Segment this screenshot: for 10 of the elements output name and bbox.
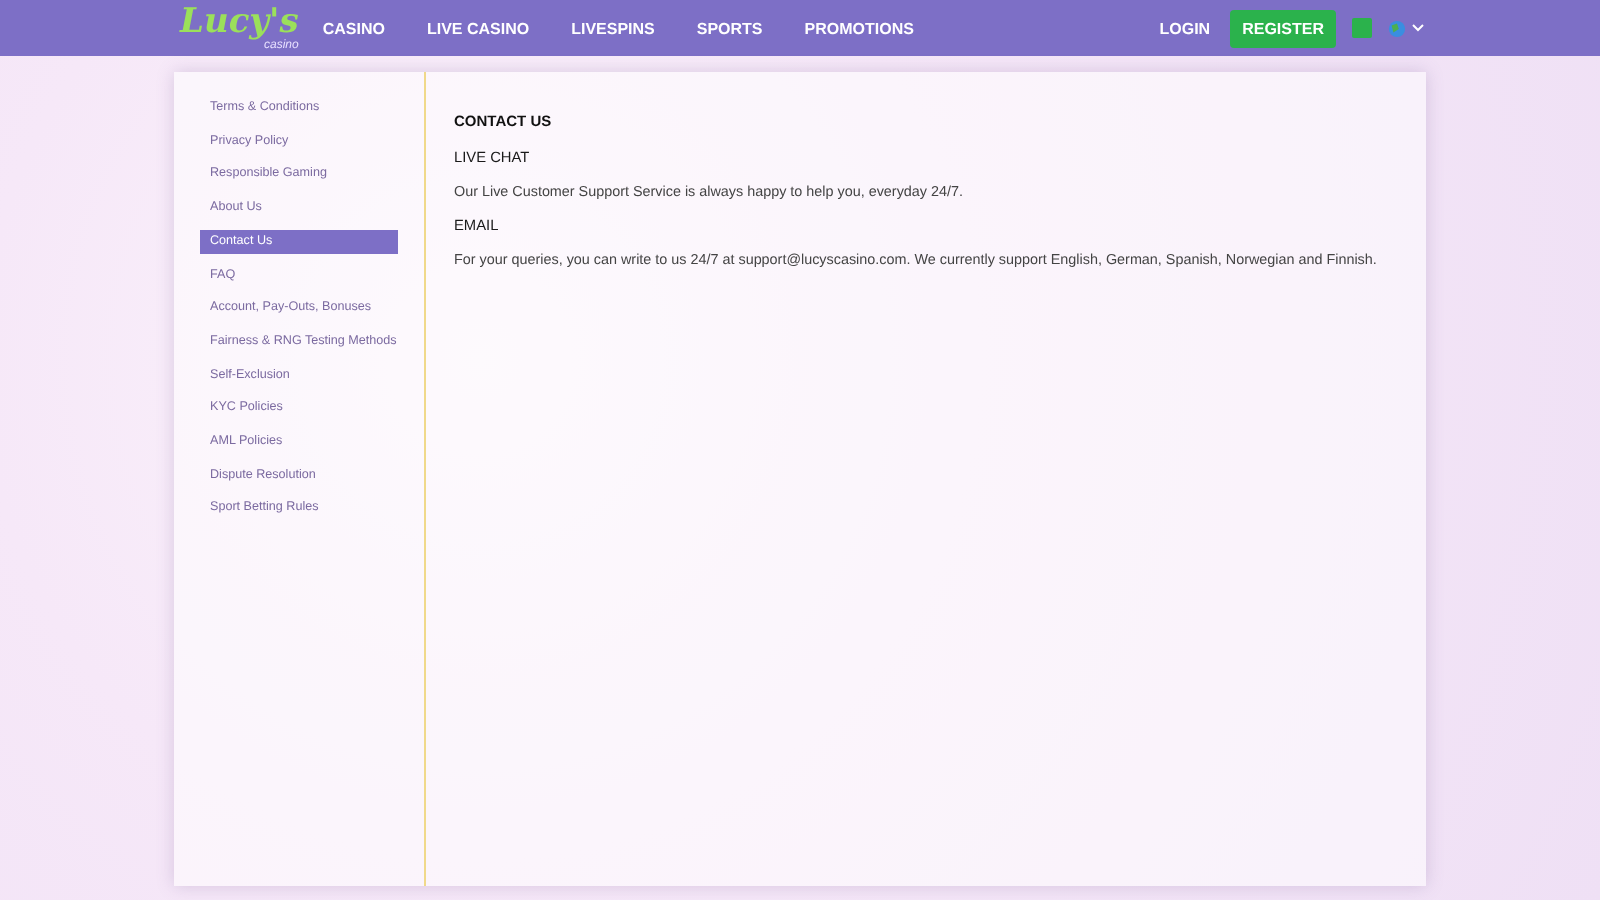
chevron-down-icon[interactable] xyxy=(1412,24,1424,32)
nav-link[interactable]: SPORTS xyxy=(696,19,763,37)
nav-link[interactable]: PROMOTIONS xyxy=(804,19,914,37)
globe-icon[interactable] xyxy=(1388,19,1406,37)
nav-link[interactable]: CASINO xyxy=(322,19,385,37)
nav-link[interactable]: LIVESPINS xyxy=(571,19,655,37)
register-button[interactable]: REGISTER xyxy=(1230,9,1336,47)
nav-link[interactable]: LIVE CASINO xyxy=(426,19,530,37)
square-icon[interactable] xyxy=(1352,18,1372,38)
login-link[interactable]: LOGIN xyxy=(1159,19,1211,37)
